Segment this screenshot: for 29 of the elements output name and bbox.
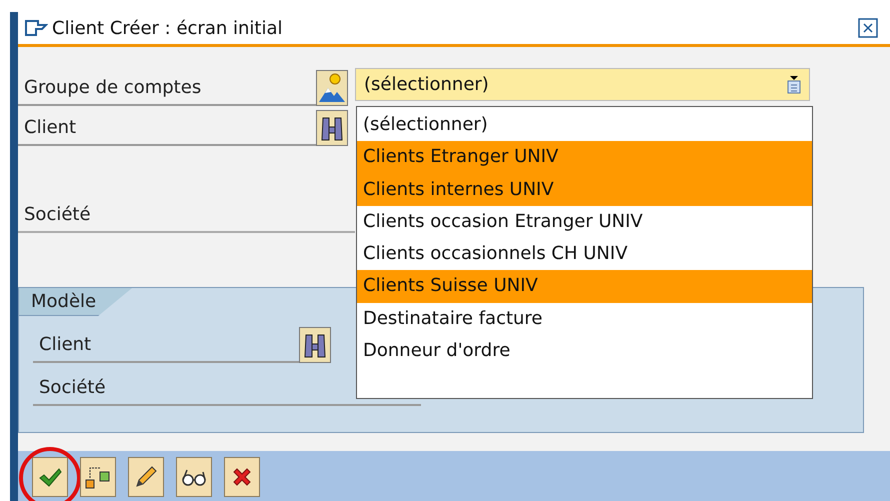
dropdown-icon xyxy=(787,76,801,94)
binoculars-icon[interactable] xyxy=(299,327,331,363)
toolbar-button[interactable] xyxy=(128,457,164,497)
dropdown-option[interactable]: Donneur d'ordre xyxy=(357,335,812,368)
field-label: Client xyxy=(23,117,78,140)
dropdown-option[interactable]: Clients occasion Etranger UNIV xyxy=(357,206,812,238)
field-label: Société xyxy=(38,377,107,400)
close-icon[interactable] xyxy=(858,18,878,38)
dropdown-option[interactable]: Clients Etranger UNIV xyxy=(357,141,812,174)
account-group-dropdown[interactable]: (sélectionner) xyxy=(355,68,810,101)
checkmark-icon xyxy=(38,466,62,488)
dropdown-option[interactable]: Destinataire facture xyxy=(357,302,812,336)
dropdown-option[interactable]: (sélectionner) xyxy=(357,109,812,142)
field-label: Société xyxy=(23,204,92,227)
field-label: Groupe de comptes xyxy=(23,77,202,100)
pencil-icon xyxy=(133,464,159,490)
toolbar-button[interactable] xyxy=(176,457,212,497)
toolbar-button[interactable] xyxy=(80,457,116,497)
dropdown-option[interactable]: Clients occasionnels CH UNIV xyxy=(357,238,812,270)
cancel-button[interactable] xyxy=(224,457,260,497)
mountain-icon[interactable] xyxy=(316,70,348,106)
binoculars-icon[interactable] xyxy=(316,110,348,146)
window-title: Client Créer : écran initial xyxy=(52,18,284,38)
window-icon xyxy=(24,19,48,37)
confirm-button[interactable] xyxy=(32,457,68,497)
field-label: Client xyxy=(38,334,92,357)
dropdown-option[interactable]: Clients Suisse UNIV xyxy=(357,270,812,303)
dropdown-option[interactable]: Clients internes UNIV xyxy=(357,174,812,206)
close-icon xyxy=(231,466,253,488)
